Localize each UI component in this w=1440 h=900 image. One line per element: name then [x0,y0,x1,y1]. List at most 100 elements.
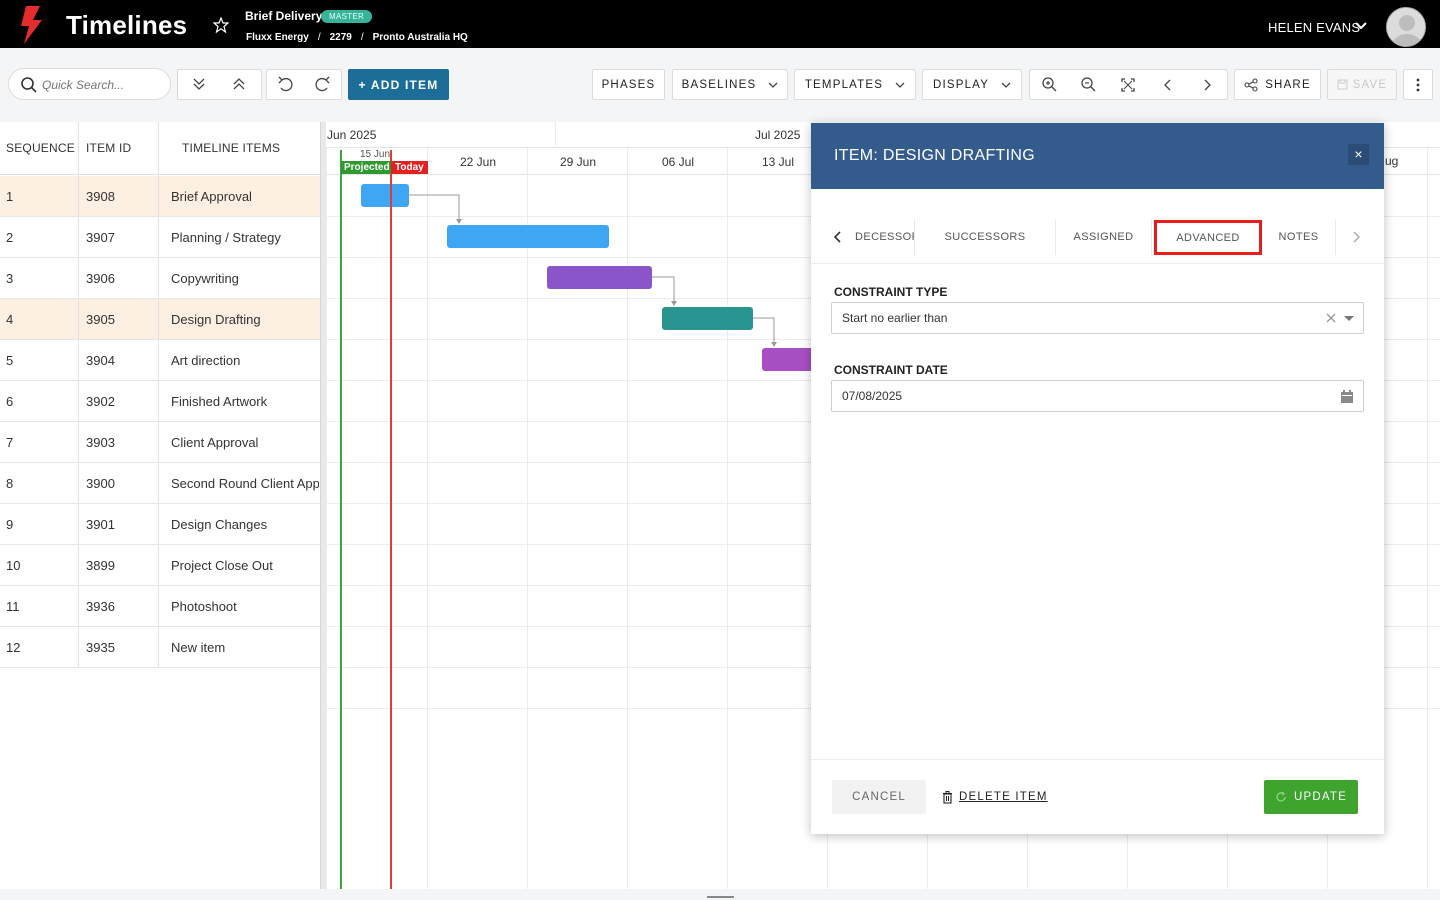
table-row[interactable]: 5 3904 Art direction [0,340,320,381]
share-label: SHARE [1265,78,1311,91]
expand-all-icon[interactable] [180,70,220,99]
breadcrumb-job-number[interactable]: 2279 [330,32,352,43]
cell-item-id: 3908 [86,189,115,204]
cell-sequence: 4 [6,312,14,327]
tabs-scroll-right-icon[interactable] [1351,231,1361,243]
cell-item-name: Client Approval [171,435,259,450]
zoom-in-icon[interactable] [1040,75,1060,95]
table-row[interactable]: 7 3903 Client Approval [0,422,320,463]
tabs-divider [811,263,1384,264]
breadcrumb-job-name[interactable]: Pronto Australia HQ [373,32,468,43]
cell-item-name: Design Drafting [171,312,261,327]
delete-item-button[interactable]: DELETE ITEM [942,780,1048,814]
projected-line [340,150,342,889]
table-row[interactable]: 1 3908 Brief Approval [0,176,320,217]
column-header-sequence[interactable]: SEQUENCE [6,122,75,175]
constraint-date-label: CONSTRAINT DATE [834,363,948,377]
gantt-week-line [1427,148,1428,889]
constraint-type-select[interactable]: Start no earlier than [831,302,1364,334]
tab-predecessors[interactable]: DECESSORS [855,219,915,255]
favorite-star-icon[interactable] [213,17,229,33]
refresh-icon [1276,791,1286,802]
search-input[interactable] [42,75,162,95]
table-row[interactable]: 9 3901 Design Changes [0,504,320,545]
tab-assigned[interactable]: ASSIGNED [1056,219,1152,255]
cell-sequence: 11 [6,599,20,614]
zoom-out-icon[interactable] [1079,75,1099,95]
cell-item-id: 3936 [86,599,115,614]
tab-successors[interactable]: SUCCESSORS [915,219,1056,255]
quick-search[interactable] [8,68,171,100]
cell-item-id: 3899 [86,558,115,573]
column-header-item-id[interactable]: ITEM ID [86,122,131,175]
cell-sequence: 3 [6,271,14,286]
cell-item-id: 3907 [86,230,115,245]
cell-sequence: 8 [6,476,14,491]
grid-header: SEQUENCE ITEM ID TIMELINE ITEMS [0,122,320,175]
trash-icon [943,790,952,804]
fit-to-screen-icon[interactable] [1118,75,1138,95]
column-header-timeline-items[interactable]: TIMELINE ITEMS [182,122,280,175]
caret-down-icon[interactable] [1343,315,1355,322]
templates-dropdown[interactable]: TEMPLATES [794,69,916,100]
tab-advanced[interactable]: ADVANCED [1154,220,1262,255]
user-menu[interactable]: HELEN EVANS [1268,20,1360,35]
table-row[interactable]: 11 3936 Photoshoot [0,586,320,627]
constraint-type-label: CONSTRAINT TYPE [834,285,948,299]
table-row[interactable]: 4 3905 Design Drafting [0,299,320,340]
share-button[interactable]: SHARE [1234,69,1321,100]
table-row[interactable]: 8 3900 Second Round Client Approval [0,463,320,504]
save-button[interactable]: SAVE [1327,69,1397,100]
app-logo-icon[interactable] [18,6,48,44]
undo-icon[interactable] [268,70,304,99]
breadcrumb-client[interactable]: Fluxx Energy [246,32,309,43]
panel-header: ITEM: DESIGN DRAFTING × [811,123,1384,189]
scroll-left-icon[interactable] [1158,75,1178,95]
cell-item-id: 3905 [86,312,115,327]
today-marker: Today [391,161,428,174]
avatar[interactable] [1386,7,1426,47]
save-icon [1337,79,1348,90]
table-row[interactable]: 2 3907 Planning / Strategy [0,217,320,258]
cell-item-name: Copywriting [171,271,239,286]
table-row[interactable]: 12 3935 New item [0,627,320,668]
phases-label: PHASES [601,78,656,91]
table-row[interactable]: 3 3906 Copywriting [0,258,320,299]
resize-handle[interactable] [707,896,734,898]
redo-icon[interactable] [304,70,340,99]
cancel-button[interactable]: CANCEL [832,780,926,814]
cell-sequence: 10 [6,558,21,573]
table-row[interactable]: 10 3899 Project Close Out [0,545,320,586]
templates-label: TEMPLATES [804,78,884,91]
clear-icon[interactable] [1326,313,1336,323]
close-button[interactable]: × [1348,144,1369,165]
cell-sequence: 2 [6,230,14,245]
constraint-date-field[interactable]: 07/08/2025 [831,380,1364,412]
collapse-all-icon[interactable] [220,70,260,99]
bottom-bar [0,889,1440,900]
display-dropdown[interactable]: DISPLAY [922,69,1022,100]
update-label: UPDATE [1294,791,1347,803]
panel-tabs: DECESSORS SUCCESSORS ASSIGNED ADVANCED N… [811,219,1384,255]
cell-item-name: Art direction [171,353,241,368]
table-row[interactable]: 6 3902 Finished Artwork [0,381,320,422]
tab-notes[interactable]: NOTES [1262,219,1336,255]
update-button[interactable]: UPDATE [1264,780,1358,814]
today-line [390,150,392,889]
cell-sequence: 12 [6,640,21,655]
column-divider [78,122,79,667]
chevron-down-icon[interactable] [1355,21,1367,31]
scroll-right-icon[interactable] [1197,75,1217,95]
baselines-dropdown[interactable]: BASELINES [672,69,788,100]
undo-redo-group [266,69,342,100]
add-item-button[interactable]: + ADD ITEM [348,69,449,100]
calendar-icon[interactable] [1340,389,1354,404]
delete-item-label: DELETE ITEM [959,791,1048,803]
cell-item-name: Second Round Client Approval [171,476,319,491]
phases-button[interactable]: PHASES [592,69,665,100]
constraint-date-value: 07/08/2025 [842,389,903,403]
cell-item-id: 3903 [86,435,115,450]
toolbar: + ADD ITEM PHASES BASELINES TEMPLATES DI… [0,48,1440,122]
cell-sequence: 7 [6,435,14,450]
more-options-button[interactable] [1403,69,1433,100]
